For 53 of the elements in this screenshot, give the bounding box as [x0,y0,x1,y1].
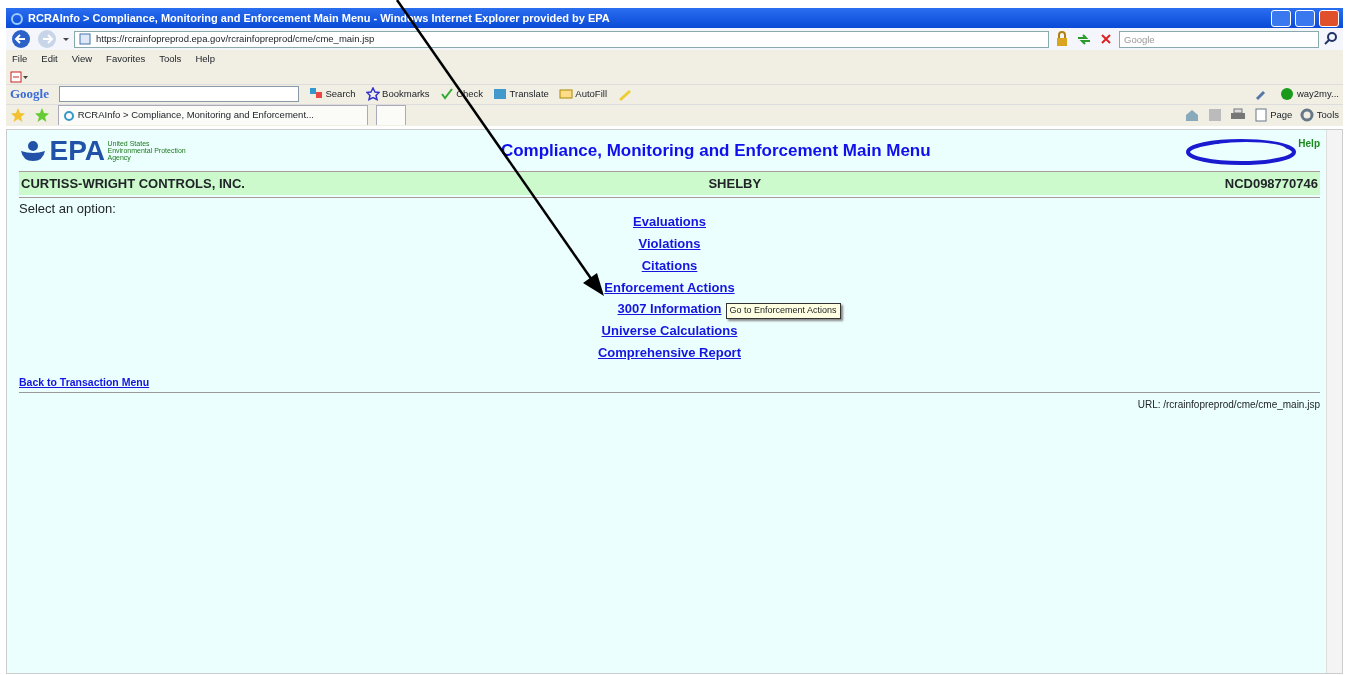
home-icon[interactable] [1183,108,1200,123]
tooltip: Go to Enforcement Actions [725,303,841,319]
menu-item[interactable]: File [12,52,28,67]
help-link[interactable]: Help [1298,135,1320,151]
note-icon [558,87,573,102]
star-icon[interactable] [10,107,26,124]
menu-link[interactable]: Universe Calculations [601,323,738,339]
toolbar-button[interactable]: Translate [493,86,549,102]
menu-item[interactable]: View [71,52,93,67]
menu-link[interactable]: Citations [641,257,698,273]
toolbar-button[interactable]: Search [309,86,356,102]
menu-item[interactable]: Help [195,52,215,67]
prompt-text: Select an option: [19,202,117,216]
page-heading: Compliance, Monitoring and Enforcement Main Menu [500,140,931,160]
menu-link[interactable]: 3007 Information [617,301,722,317]
menu-item[interactable]: Edit [41,52,58,67]
page-icon [79,33,91,46]
checkmark-icon [439,87,454,102]
menu-link[interactable]: Comprehensive Report [597,344,741,360]
toolbar-button[interactable]: Bookmarks [365,86,430,102]
caret-icon[interactable] [62,36,70,44]
url-text: https://rcrainfopreprod.epa.gov/rcrainfopreprod/cme/cme_main.jsp [96,31,375,46]
browser-tab[interactable]: RCRAInfo > Compliance, Monitoring and Enforcement... [58,105,368,126]
facility-id: NCD098770746 [1224,174,1318,193]
facility-city: SHELBY [708,174,762,193]
menu-item[interactable]: Favorites [106,52,146,67]
dot-icon [1280,87,1295,102]
toolbar-button[interactable]: AutoFill [558,86,607,102]
maximize-button[interactable] [1295,9,1315,27]
flower-logo-icon [19,138,47,163]
menu-link[interactable]: Violations [638,235,701,251]
menu-link[interactable]: Evaluations [633,214,706,230]
pencil-icon [617,87,633,102]
address-field[interactable]: https://rcrainfopreprod.epa.gov/rcrainfopreprod/cme/cme_main.jsp [74,30,1049,48]
back-link[interactable]: Back to Transaction Menu [19,374,150,391]
new-tab-button[interactable] [376,105,406,126]
facility-name: CURTISS-WRIGHT CONTROLS, INC. [21,174,245,193]
close-button[interactable] [1319,9,1339,27]
page-icon [1253,108,1268,123]
browser-logo-icon [63,109,75,122]
account-button[interactable]: way2my... [1280,86,1339,102]
command-button[interactable]: Tools [1300,107,1339,123]
command-button[interactable]: Page [1253,107,1293,123]
menu-item[interactable]: Tools [159,52,182,67]
browser-logo-icon [10,11,24,26]
star-icon [365,87,380,102]
panel-icon [493,87,508,102]
minimize-button[interactable] [1271,9,1291,27]
footer-url: URL: /rcrainfopreprod/cme/cme_main.jsp [1136,398,1320,413]
google-search-field[interactable] [59,86,299,103]
google-logo: Google [10,85,49,104]
logo-text: EPA [49,136,105,165]
menu-link[interactable]: Enforcement Actions [604,279,735,295]
